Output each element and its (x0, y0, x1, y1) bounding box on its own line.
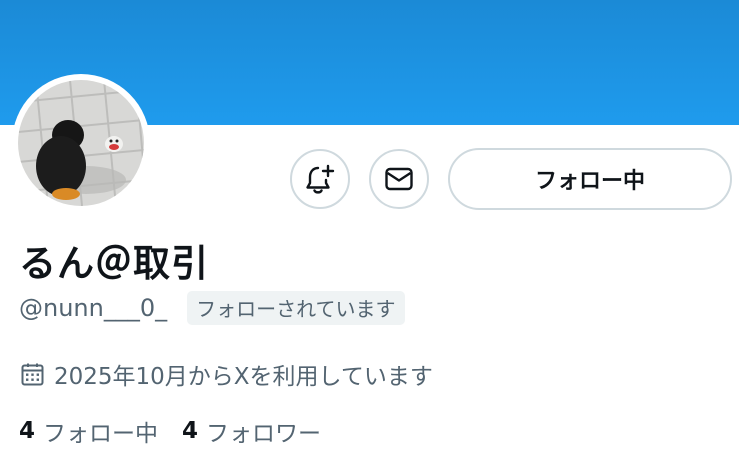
follow-stats: 4 フォロー中 4 フォロワー (19, 414, 321, 448)
following-stat[interactable]: 4 フォロー中 (19, 414, 158, 448)
followers-stat[interactable]: 4 フォロワー (182, 414, 321, 448)
following-count: 4 (19, 418, 36, 444)
handle-row: @nunn___0_ フォローされています (19, 291, 405, 325)
avatar[interactable] (18, 80, 144, 206)
joined-date-text: 2025年10月からXを利用しています (54, 364, 433, 390)
follows-you-badge: フォローされています (187, 291, 405, 325)
profile-page: フォロー中 るん＠取引 @nunn___0_ フォローされています 2025年1… (0, 0, 739, 472)
user-handle: @nunn___0_ (19, 294, 168, 322)
bell-plus-icon (306, 164, 335, 194)
calendar-icon (21, 363, 44, 385)
avatar-ring (12, 74, 150, 212)
message-button[interactable] (369, 149, 429, 209)
following-label: フォロー中 (43, 421, 159, 447)
mail-icon (385, 167, 413, 191)
joined-date-row: 2025年10月からXを利用しています (20, 358, 433, 390)
followers-count: 4 (182, 418, 199, 444)
notify-button[interactable] (290, 149, 350, 209)
followers-label: フォロワー (206, 421, 322, 447)
following-button[interactable]: フォロー中 (448, 148, 732, 210)
avatar-image (18, 80, 144, 206)
display-name: るん＠取引 (19, 242, 209, 285)
